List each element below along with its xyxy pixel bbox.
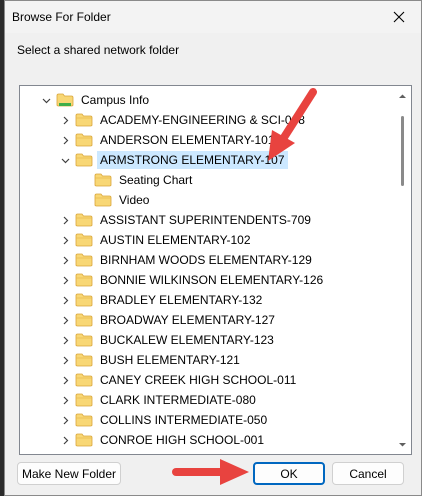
tree-item[interactable]: Seating Chart (76, 170, 195, 190)
folder-icon (75, 113, 93, 127)
tree-item[interactable]: BONNIE WILKINSON ELEMENTARY-126 (57, 270, 326, 290)
chevron-right-icon[interactable] (57, 390, 73, 410)
folder-icon (75, 313, 93, 327)
tree-item-label: Video (119, 193, 150, 207)
chevron-right-icon[interactable] (57, 430, 73, 450)
tree-item[interactable]: AUSTIN ELEMENTARY-102 (57, 230, 254, 250)
tree-item-label: Campus Info (81, 93, 150, 107)
folder-icon (75, 433, 93, 447)
tree-item[interactable]: Campus Info (38, 90, 152, 110)
folder-icon (94, 173, 112, 187)
chevron-right-icon[interactable] (57, 110, 73, 130)
folder-icon (94, 193, 112, 207)
chevron-right-icon[interactable] (57, 330, 73, 350)
tree-item-label: BRADLEY ELEMENTARY-132 (100, 293, 263, 307)
make-new-folder-button[interactable]: Make New Folder (17, 462, 121, 485)
chevron-right-icon[interactable] (57, 410, 73, 430)
tree-item-label: CLARK INTERMEDIATE-080 (100, 393, 256, 407)
scroll-down-icon[interactable] (398, 440, 407, 449)
tree-item[interactable]: ACADEMY-ENGINEERING & SCI-008 (57, 110, 308, 130)
tree-item-label: CANEY CREEK HIGH SCHOOL-011 (100, 373, 297, 387)
network-folder-icon (56, 93, 74, 107)
tree-item-label: BROADWAY ELEMENTARY-127 (100, 313, 275, 327)
folder-icon (75, 133, 93, 147)
tree-item[interactable]: CLARK INTERMEDIATE-080 (57, 390, 259, 410)
chevron-right-icon[interactable] (57, 350, 73, 370)
tree-item-label: ACADEMY-ENGINEERING & SCI-008 (100, 113, 305, 127)
close-button[interactable] (377, 1, 421, 33)
tree-item-label: ASSISTANT SUPERINTENDENTS-709 (100, 213, 311, 227)
chevron-right-icon[interactable] (57, 270, 73, 290)
tree-item-label: ANDERSON ELEMENTARY-101 (100, 133, 275, 147)
title-bar: Browse For Folder (5, 1, 421, 33)
folder-icon (75, 413, 93, 427)
chevron-right-icon[interactable] (57, 370, 73, 390)
folder-icon (75, 393, 93, 407)
vertical-scrollbar[interactable] (394, 86, 411, 454)
scroll-up-icon[interactable] (398, 92, 407, 101)
tree-item-label: Seating Chart (119, 173, 193, 187)
dialog-title: Browse For Folder (12, 10, 111, 24)
ok-button[interactable]: OK (253, 462, 325, 485)
chevron-right-icon[interactable] (57, 250, 73, 270)
tree-item-label: AUSTIN ELEMENTARY-102 (100, 233, 251, 247)
tree-item[interactable]: CANEY CREEK HIGH SCHOOL-011 (57, 370, 299, 390)
folder-icon (75, 273, 93, 287)
folder-icon (75, 213, 93, 227)
folder-tree[interactable]: Campus Info ACADEMY-ENGINEERING & SCI-008… (19, 85, 412, 455)
tree-item-label: CONROE HIGH SCHOOL-001 (100, 433, 265, 447)
tree-item-label: BUSH ELEMENTARY-121 (100, 353, 240, 367)
chevron-right-icon[interactable] (57, 130, 73, 150)
folder-icon (75, 253, 93, 267)
tree-item[interactable]: BRADLEY ELEMENTARY-132 (57, 290, 265, 310)
tree-item[interactable]: BIRNHAM WOODS ELEMENTARY-129 (57, 250, 315, 270)
tree-item[interactable]: BUSH ELEMENTARY-121 (57, 350, 243, 370)
folder-icon (75, 293, 93, 307)
chevron-right-icon[interactable] (57, 230, 73, 250)
tree-item[interactable]: ARMSTRONG ELEMENTARY-107 (57, 150, 288, 170)
folder-icon (75, 353, 93, 367)
tree-item[interactable]: CONROE HIGH SCHOOL-001 (57, 430, 267, 450)
folder-icon (75, 373, 93, 387)
chevron-down-icon[interactable] (38, 90, 54, 110)
instruction-text: Select a shared network folder (17, 43, 180, 57)
tree-item[interactable]: ASSISTANT SUPERINTENDENTS-709 (57, 210, 314, 230)
tree-item-label: BUCKALEW ELEMENTARY-123 (100, 333, 274, 347)
tree-item-label: ARMSTRONG ELEMENTARY-107 (97, 151, 288, 169)
cancel-button[interactable]: Cancel (332, 462, 404, 485)
close-icon (393, 11, 405, 23)
tree-item[interactable]: ANDERSON ELEMENTARY-101 (57, 130, 278, 150)
scrollbar-thumb[interactable] (401, 116, 404, 186)
chevron-right-icon[interactable] (57, 290, 73, 310)
tree-item[interactable]: BROADWAY ELEMENTARY-127 (57, 310, 278, 330)
chevron-down-icon[interactable] (57, 150, 73, 170)
chevron-right-icon[interactable] (57, 210, 73, 230)
chevron-right-icon[interactable] (57, 310, 73, 330)
folder-icon (75, 233, 93, 247)
tree-item[interactable]: BUCKALEW ELEMENTARY-123 (57, 330, 277, 350)
browse-for-folder-dialog: Browse For Folder Select a shared networ… (4, 0, 422, 496)
tree-item-label: BONNIE WILKINSON ELEMENTARY-126 (100, 273, 324, 287)
folder-icon (75, 153, 93, 167)
tree-item[interactable]: COLLINS INTERMEDIATE-050 (57, 410, 270, 430)
folder-icon (75, 333, 93, 347)
tree-item-label: BIRNHAM WOODS ELEMENTARY-129 (100, 253, 312, 267)
tree-item-label: COLLINS INTERMEDIATE-050 (100, 413, 268, 427)
tree-item[interactable]: Video (76, 190, 152, 210)
